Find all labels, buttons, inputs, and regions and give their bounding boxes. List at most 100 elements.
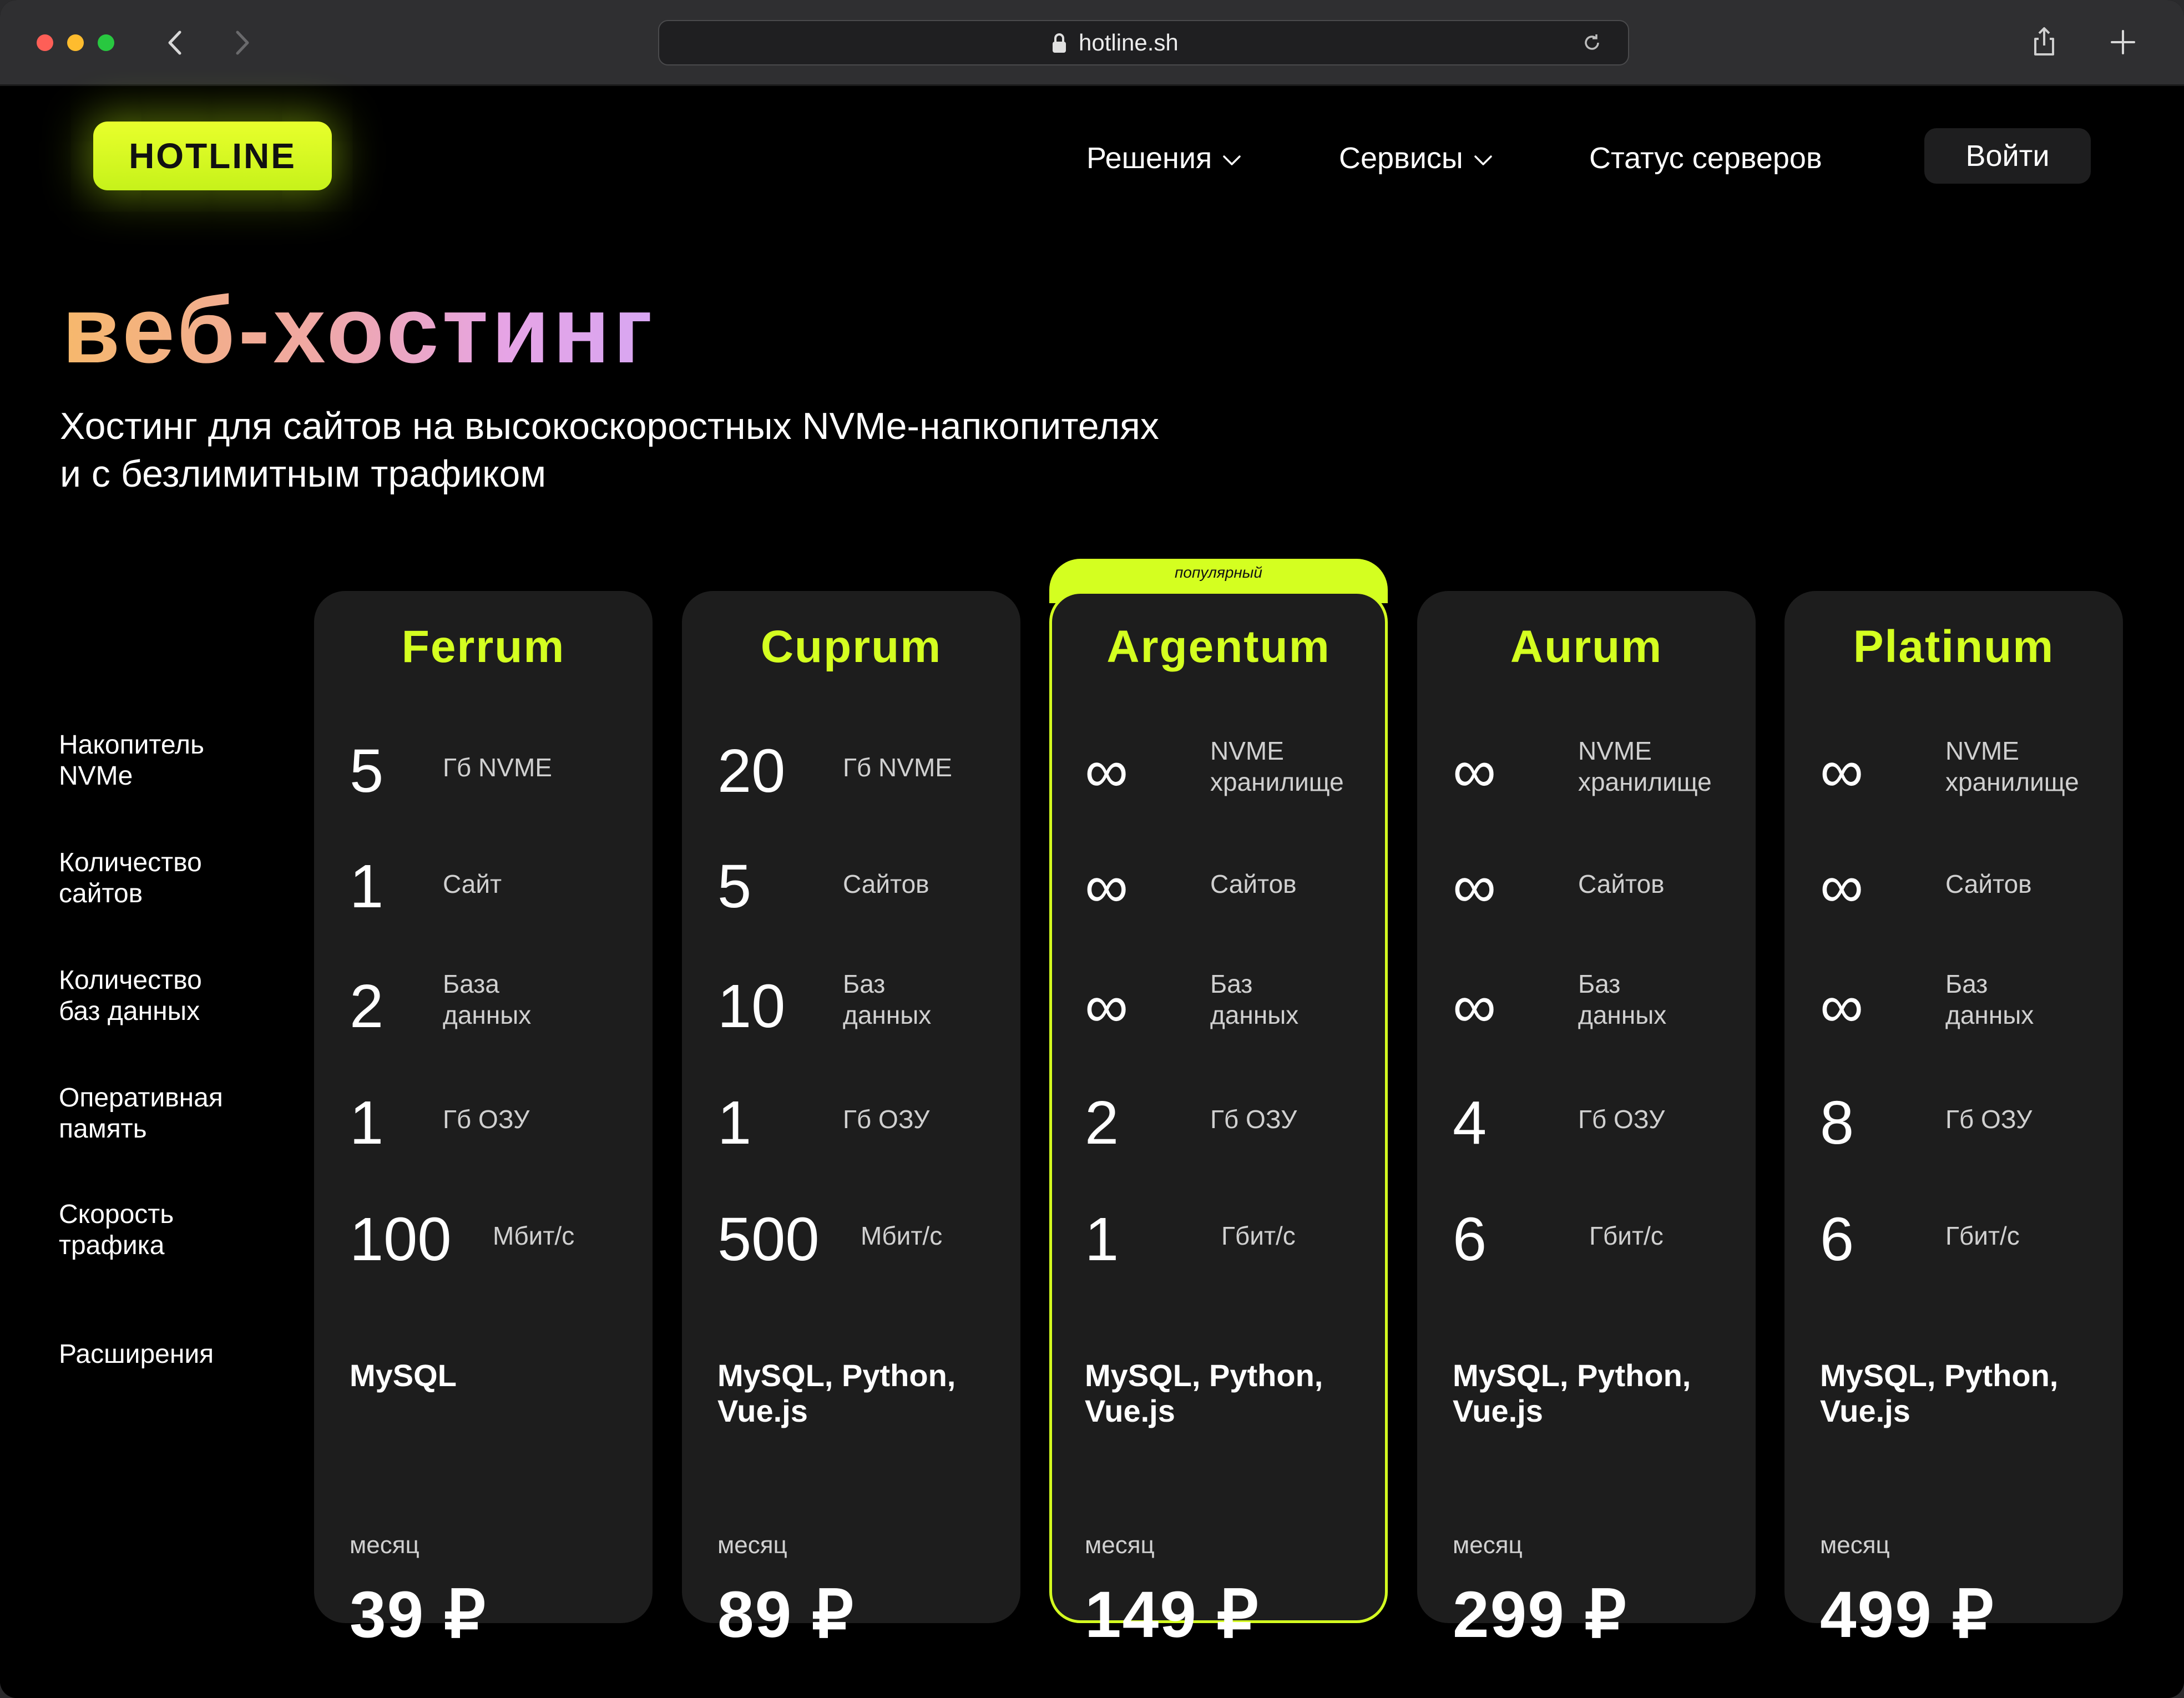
page-title: веб-хостинг (62, 275, 656, 386)
reload-icon[interactable] (1580, 31, 1604, 54)
plan-card-ferrum[interactable]: Ferrum 5 Гб NVME 1 Сайт 2 База данных 1 … (314, 591, 653, 1648)
extensions: MySQL, Python, Vue.js (1820, 1358, 2109, 1429)
nav-server-status[interactable]: Статус серверов (1589, 136, 1822, 180)
traffic-value: 1 (1085, 1205, 1119, 1274)
unit-line: Баз (1578, 969, 1621, 998)
traffic-unit: Гбит/с (1589, 1221, 1664, 1250)
browser-window: hotline.sh HOTLINE Решения Сервисы Стату… (0, 0, 2184, 1698)
price-period: месяц (1820, 1532, 1890, 1559)
feature-label-line: NVMe (59, 761, 133, 791)
feature-label-line: память (59, 1114, 147, 1144)
sites-unit: Сайтов (1578, 870, 1665, 898)
sites-value: ∞ (1085, 852, 1129, 921)
unit-line: данных (1945, 1000, 2034, 1029)
plan-card-cuprum[interactable]: Cuprum 20 Гб NVME 5 Сайтов 10 Баз данных… (682, 591, 1020, 1648)
ram-unit: Гб ОЗУ (1578, 1105, 1665, 1134)
databases-unit: Баз данных (1210, 968, 1298, 1030)
storage-value: 5 (350, 737, 384, 805)
feature-label-line: Накопитель (59, 730, 204, 760)
databases-value: 2 (350, 972, 384, 1040)
storage-unit: NVME хранилище (1210, 735, 1344, 797)
extensions-line: MySQL, Python, (1085, 1358, 1323, 1393)
back-arrow-icon[interactable] (159, 24, 192, 61)
feature-label-ram: Оперативная память (59, 1083, 281, 1145)
feature-label-line: Количество (59, 848, 202, 877)
databases-unit: Баз данных (1578, 968, 1666, 1030)
databases-unit: База данных (443, 968, 531, 1030)
price-period: месяц (1085, 1532, 1155, 1559)
sites-value: ∞ (1453, 852, 1497, 921)
traffic-unit: Гбит/с (1221, 1221, 1296, 1250)
nav-solutions-label: Решения (1086, 142, 1212, 175)
sites-value: ∞ (1820, 852, 1864, 921)
extensions: MySQL, Python, Vue.js (1085, 1358, 1373, 1429)
storage-value: ∞ (1820, 737, 1864, 805)
price: 299 ₽ (1453, 1578, 1627, 1651)
chevron-down-icon (1223, 155, 1241, 165)
unit-line: хранилище (1578, 767, 1712, 796)
storage-value: ∞ (1453, 737, 1497, 805)
extensions-line: MySQL (350, 1358, 457, 1393)
unit-line: NVME (1210, 736, 1284, 765)
plan-name: Ferrum (401, 621, 565, 672)
databases-unit: Баз данных (1945, 968, 2034, 1030)
nav-services-label: Сервисы (1339, 142, 1463, 175)
nav-solutions[interactable]: Решения (1086, 136, 1243, 180)
plan-card-aurum[interactable]: Aurum ∞ NVME хранилище ∞ Сайтов ∞ Баз да… (1417, 591, 1756, 1648)
unit-line: хранилище (1945, 767, 2079, 796)
nav-services[interactable]: Сервисы (1339, 136, 1494, 180)
ram-value: 2 (1085, 1089, 1119, 1157)
ram-value: 4 (1453, 1089, 1487, 1157)
address-bar[interactable]: hotline.sh (658, 20, 1629, 65)
extensions: MySQL, Python, Vue.js (1453, 1358, 1741, 1429)
unit-line: данных (1210, 1000, 1299, 1029)
databases-value: ∞ (1820, 972, 1864, 1040)
url-text: hotline.sh (1079, 29, 1179, 55)
plan-name: Argentum (1106, 621, 1331, 672)
traffic-unit: Мбит/с (861, 1221, 943, 1250)
storage-value: ∞ (1085, 737, 1129, 805)
ram-unit: Гб ОЗУ (443, 1105, 530, 1134)
plan-card-argentum[interactable]: Argentum ∞ NVME хранилище ∞ Сайтов ∞ Баз… (1049, 591, 1388, 1648)
login-button[interactable]: Войти (1924, 128, 2091, 184)
unit-line: хранилище (1210, 767, 1344, 796)
page: HOTLINE Решения Сервисы Статус серверов … (0, 86, 2184, 1698)
extensions-line: Vue.js (1820, 1393, 1910, 1428)
price: 149 ₽ (1085, 1578, 1260, 1651)
traffic-value: 500 (717, 1205, 820, 1274)
price-period: месяц (350, 1532, 419, 1559)
feature-label-databases: Количество баз данных (59, 965, 281, 1027)
zoom-window-button[interactable] (98, 34, 114, 51)
databases-value: ∞ (1453, 972, 1497, 1040)
unit-line: NVME (1945, 736, 2019, 765)
forward-arrow-icon[interactable] (225, 24, 259, 61)
sites-value: 5 (717, 852, 752, 921)
sites-unit: Сайтов (1210, 870, 1297, 898)
plan-name: Cuprum (760, 621, 942, 672)
ram-value: 1 (717, 1089, 752, 1157)
minimize-window-button[interactable] (67, 34, 84, 51)
unit-line: Баз (843, 969, 886, 998)
extensions-line: Vue.js (717, 1393, 808, 1428)
lock-icon (1053, 33, 1066, 53)
traffic-value: 100 (350, 1205, 452, 1274)
extensions: MySQL, Python, Vue.js (717, 1358, 1006, 1429)
unit-line: База (443, 969, 499, 998)
ram-unit: Гб ОЗУ (1210, 1105, 1297, 1134)
sites-unit: Сайтов (843, 870, 929, 898)
feature-label-line: Количество (59, 966, 202, 995)
traffic-value: 6 (1820, 1205, 1854, 1274)
new-tab-plus-icon[interactable] (2106, 26, 2140, 59)
plan-name: Aurum (1510, 621, 1663, 672)
storage-unit: Гб NVME (443, 753, 552, 782)
storage-unit: NVME хранилище (1945, 735, 2079, 797)
share-icon[interactable] (2028, 26, 2061, 59)
logo[interactable]: HOTLINE (93, 122, 332, 190)
close-window-button[interactable] (37, 34, 53, 51)
ram-unit: Гб ОЗУ (843, 1105, 930, 1134)
feature-label-traffic: Скорость трафика (59, 1199, 281, 1261)
plan-card-platinum[interactable]: Platinum ∞ NVME хранилище ∞ Сайтов ∞ Баз… (1784, 591, 2123, 1648)
storage-value: 20 (717, 737, 786, 805)
databases-value: ∞ (1085, 972, 1129, 1040)
plan-name: Platinum (1853, 621, 2055, 672)
